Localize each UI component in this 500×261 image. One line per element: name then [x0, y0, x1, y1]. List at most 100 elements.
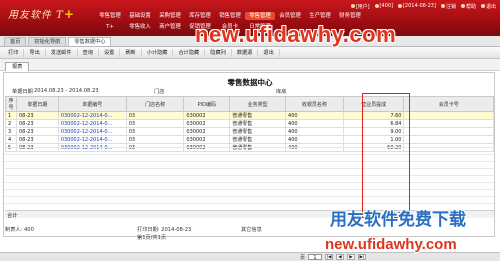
cell-card	[403, 135, 494, 144]
send-email-button[interactable]: 发送邮件	[46, 48, 78, 57]
cell-seq: 1	[5, 111, 17, 120]
cell-card	[403, 111, 494, 120]
cell-seq: 3	[5, 127, 17, 136]
status-bar: 页 1 |◀ ◀ ▶ ▶|	[0, 252, 500, 261]
cell-store: 03	[125, 111, 185, 120]
cell-code-link[interactable]: 030002-12-2014-0...	[57, 111, 127, 120]
submenu-item-2[interactable]: 零售收入	[125, 23, 155, 31]
col-card[interactable]: 会员卡号	[403, 96, 494, 112]
menu-item-5[interactable]: 销售管理	[215, 12, 245, 20]
total-label: 合计	[7, 213, 18, 219]
print-date-info: 打印日期: 2014-08-23	[137, 227, 192, 233]
cell-cashier: 400	[285, 111, 344, 120]
main-menu: 零售管理 基础设置 采购管理 库存管理 销售管理 零售管理 会员管理 生产管理 …	[95, 12, 365, 20]
cell-code-link[interactable]: 030002-12-2014-0...	[57, 127, 127, 136]
report-tab-row: 报表	[0, 59, 500, 71]
col-pid[interactable]: PID编码	[183, 96, 231, 112]
col-store[interactable]: 门店名称	[125, 96, 185, 112]
export-button[interactable]: 导出	[24, 48, 46, 57]
col-cashier[interactable]: 收银员名称	[285, 96, 344, 112]
table-row[interactable]: 1 08-23 030002-12-2014-0... 03 030002 普通…	[5, 111, 494, 120]
table-row[interactable]: 4 08-23 030002-12-2014-0... 03 030002 普通…	[5, 135, 494, 144]
cell-date: 08-23	[15, 127, 59, 136]
user-indicator: [用户]	[350, 3, 370, 10]
report-meta: 单据日期 2014.08.23 - 2014.08.23 门店 库房	[12, 88, 296, 95]
last-page-icon[interactable]: ▶|	[358, 254, 367, 260]
cell-card	[403, 119, 494, 128]
menu-item-2[interactable]: 基础设置	[125, 12, 155, 20]
report-title: 零售数据中心	[227, 78, 273, 87]
cell-cashier: 400	[285, 119, 344, 128]
toolbar: 打印 导出 发送邮件 查询 设置 刷新 小计隐藏 合计隐藏 隐藏列 数据源 退出	[0, 47, 500, 59]
account-indicator: [400]	[374, 3, 393, 9]
highlight-box	[362, 93, 410, 218]
tab-retail-data-center[interactable]: 零售数据中心	[68, 37, 112, 46]
watermark-bottom-cn: 用友软件免费下载	[330, 210, 466, 230]
print-button[interactable]: 打印	[3, 48, 25, 57]
cell-date: 08-23	[15, 119, 59, 128]
watermark-top: new.ufidawhy.com	[195, 22, 397, 47]
cell-cashier: 400	[285, 127, 344, 136]
col-type[interactable]: 业务类型	[229, 96, 287, 112]
first-page-icon[interactable]: |◀	[325, 254, 334, 260]
report-footer: 制表人: 400 打印日期: 2014-08-23 其它信息 第1页/共1页	[3, 222, 323, 252]
menu-item-4[interactable]: 库存管理	[185, 12, 215, 20]
menu-item-7[interactable]: 会员管理	[275, 12, 305, 20]
date-value: 2014.08.23 - 2014.08.23	[34, 88, 99, 94]
date-label: 单据日期	[12, 89, 33, 95]
topbar-right: [用户] [400] [2014-08-23] 注销 帮助 退出	[350, 2, 496, 10]
cell-pid: 030002	[183, 135, 231, 144]
cell-seq: 2	[5, 119, 17, 128]
menu-item-3[interactable]: 采购管理	[155, 12, 185, 20]
cell-store: 03	[125, 119, 185, 128]
cell-store: 03	[125, 135, 185, 144]
col-date[interactable]: 单据日期	[15, 96, 59, 112]
menu-item-1[interactable]: 零售管理	[95, 12, 125, 20]
cell-seq: 4	[5, 135, 17, 144]
submenu-item-3[interactable]: 商户管理	[155, 23, 185, 31]
menu-item-retail[interactable]: 零售管理	[245, 12, 275, 20]
cell-code-link[interactable]: 030002-12-2014-0...	[57, 119, 127, 128]
cell-code-link[interactable]: 030002-12-2014-0...	[57, 135, 127, 144]
table-row[interactable]: 2 08-23 030002-12-2014-0... 03 030002 普通…	[5, 119, 494, 128]
other-info: 其它信息	[241, 227, 262, 233]
submenu-item-1[interactable]: T+	[95, 23, 125, 31]
empty-grid-area	[5, 147, 494, 207]
logout-icon	[440, 4, 445, 8]
page-info: 第1页/共1页	[137, 235, 167, 241]
tab-init-guide[interactable]: 初始化导航	[28, 37, 67, 46]
refresh-button[interactable]: 刷新	[120, 48, 142, 57]
col-seq[interactable]: 序号	[5, 96, 17, 112]
help-link[interactable]: 帮助	[460, 3, 476, 10]
cell-type: 普通零售	[229, 127, 287, 136]
tab-home[interactable]: 首页	[4, 37, 27, 46]
exit-link[interactable]: 退出	[480, 3, 496, 10]
next-page-icon[interactable]: ▶	[347, 254, 356, 260]
cell-pid: 030002	[183, 111, 231, 120]
hide-total-button[interactable]: 合计隐藏	[173, 48, 206, 57]
hide-subtotal-button[interactable]: 小计隐藏	[142, 48, 174, 57]
cell-type: 普通零售	[229, 135, 287, 144]
tab-report[interactable]: 报表	[5, 62, 30, 71]
table-row[interactable]: 3 08-23 030002-12-2014-0... 03 030002 普通…	[5, 127, 494, 136]
datasource-button[interactable]: 数据源	[232, 48, 259, 57]
page-input[interactable]: 1	[308, 254, 323, 261]
data-table: 序号 单据日期 单据编号 门店名称 PID编码 业务类型 收银员名称 营业员提成…	[5, 96, 494, 152]
maker-info: 制表人: 400	[5, 227, 34, 233]
prev-page-icon[interactable]: ◀	[336, 254, 345, 260]
cell-date: 08-23	[15, 111, 59, 120]
logout-link[interactable]: 注销	[440, 3, 456, 10]
query-button[interactable]: 查询	[78, 48, 99, 57]
menu-item-8[interactable]: 生产管理	[305, 12, 335, 20]
account-icon	[374, 4, 379, 8]
cell-cashier: 400	[285, 135, 344, 144]
settings-button[interactable]: 设置	[99, 48, 121, 57]
hide-column-button[interactable]: 隐藏列	[205, 48, 232, 57]
col-code[interactable]: 单据编号	[57, 96, 127, 112]
table-header: 序号 单据日期 单据编号 门店名称 PID编码 业务类型 收银员名称 营业员提成…	[5, 96, 494, 112]
store-value	[166, 88, 276, 95]
exit-button[interactable]: 退出	[258, 48, 280, 57]
exit-icon	[480, 4, 485, 8]
help-icon	[460, 4, 465, 8]
menu-item-9[interactable]: 财务管理	[335, 12, 365, 20]
